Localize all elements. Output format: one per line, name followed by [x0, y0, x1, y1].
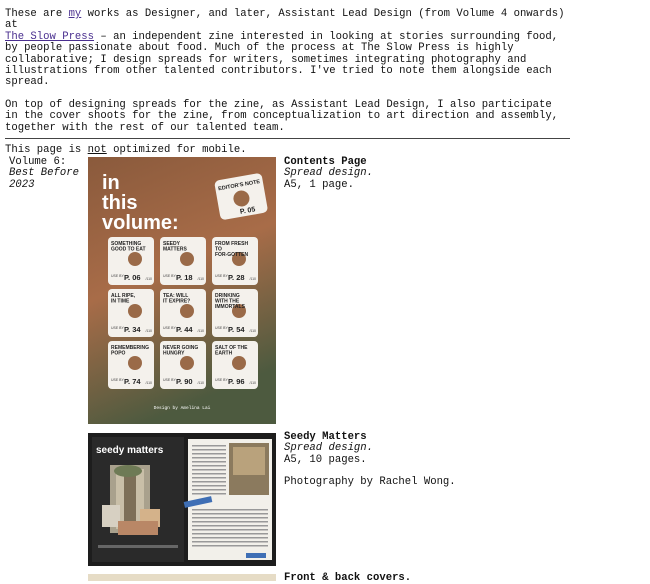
volume-label: Volume 6: Best Before 2023 [9, 156, 84, 191]
contents-tag-title: POPO [111, 351, 126, 357]
contents-tag-page: P. 18 [176, 273, 193, 282]
contents-tag-useby: USE BY [163, 274, 177, 278]
contents-tag-useby: USE BY [215, 378, 229, 382]
contents-tag: TEA: WILLIT EXPIRE?USE BY P. 44/110 [160, 289, 206, 337]
contents-tag-title: IN TIME [111, 299, 130, 305]
seedy-tape-accent-2 [246, 553, 266, 558]
contents-tag-total: /110 [145, 381, 152, 385]
contents-tag: SALT OF THEEARTHUSE BY P. 96/110 [212, 341, 258, 389]
work-credit: Photography by Rachel Wong. [284, 476, 456, 489]
contents-tag-title: MATTERS [163, 247, 187, 253]
contents-tag-total: /110 [197, 381, 204, 385]
contents-tag: NEVER GOINGHUNGRYUSE BY P. 90/110 [160, 341, 206, 389]
contents-tag-title: IT EXPIRE? [163, 299, 190, 305]
contents-tag-title: IMMORTALS [215, 304, 246, 310]
contents-tag-useby: USE BY [111, 326, 125, 330]
contents-tag: SOMETHINGGOOD TO EATUSE BY P. 06/110 [108, 237, 154, 285]
contents-heading-2: this [102, 192, 138, 214]
work-meta: A5, 1 page. [284, 178, 354, 191]
contents-tag: FROM FRESHTOFOR-GOTTENUSE BY P. 28/110 [212, 237, 258, 285]
contents-tag-total: /110 [249, 277, 256, 281]
contents-tag-grid: SOMETHINGGOOD TO EATUSE BY P. 06/110SEEDY… [108, 237, 258, 389]
contents-tag-title: HUNGRY [163, 351, 185, 357]
contents-tag-page: P. 06 [124, 273, 141, 282]
contents-tag-page: P. 34 [124, 325, 141, 334]
intro-paragraph-1: These are my works as Designer, and late… [5, 8, 570, 89]
contents-tag-useby: USE BY [111, 378, 125, 382]
seedy-title: seedy matters [96, 445, 164, 456]
contents-tag-page: P. 44 [176, 325, 193, 334]
contents-tag-total: /110 [197, 329, 204, 333]
contents-tag-useby: USE BY [163, 326, 177, 330]
contents-tag: REMEMBERINGPOPOUSE BY P. 74/110 [108, 341, 154, 389]
contents-tag-useby: USE BY [111, 274, 125, 278]
contents-heading-3: volume: [102, 212, 179, 234]
work-info-covers: Front & back covers. [284, 572, 584, 584]
contents-tag: SEEDYMATTERSUSE BY P. 18/110 [160, 237, 206, 285]
volume-number: Volume 6: [9, 156, 67, 168]
volume-subtitle: Best Before 2023 [9, 167, 79, 191]
mobile-note-b: optimized for mobile. [106, 144, 247, 157]
work-info-seedy-matters: Seedy Matters Spread design. A5, 10 page… [284, 431, 584, 489]
contents-tag-total: /110 [249, 329, 256, 333]
editors-note-tag: EDITOR'S NOTE P. 05 [214, 173, 268, 220]
intro-text: These are my works as Designer, and late… [5, 8, 570, 167]
contents-page-image[interactable]: in this volume: EDITOR'S NOTE P. 05 SOME… [88, 157, 276, 424]
contents-tag-page: P. 96 [228, 377, 245, 386]
covers-image[interactable] [88, 574, 276, 581]
slow-press-link[interactable]: The Slow Press [5, 31, 94, 43]
contents-tag: DRINKINGWITH THEIMMORTALSUSE BY P. 54/110 [212, 289, 258, 337]
contents-tag-title: EARTH [215, 351, 233, 357]
contents-tag-page: P. 54 [228, 325, 245, 334]
work-meta: A5, 10 pages. [284, 453, 367, 466]
work-info-contents: Contents Page Spread design. A5, 1 page. [284, 156, 584, 191]
contents-heading-1: in [102, 172, 120, 194]
contents-tag-page: P. 28 [228, 273, 245, 282]
intro-text-b: works as Designer, and later, Assistant … [5, 8, 565, 32]
contents-tag-useby: USE BY [163, 378, 177, 382]
my-link[interactable]: my [69, 8, 82, 20]
intro-paragraph-3: This page is not optimized for mobile. [5, 144, 570, 157]
intro-paragraph-2: On top of designing spreads for the zine… [5, 98, 559, 134]
contents-tag-title: GOOD TO EAT [111, 247, 146, 253]
contents-tag-useby: USE BY [215, 326, 229, 330]
contents-tag-total: /110 [197, 277, 204, 281]
mobile-note-not: not [87, 144, 107, 157]
work-title: Front & back covers. [284, 572, 412, 584]
contents-tag-useby: USE BY [215, 274, 229, 278]
contents-tag-total: /110 [145, 329, 152, 333]
contents-tag: ALL RIPE,IN TIMEUSE BY P. 34/110 [108, 289, 154, 337]
contents-tag-page: P. 90 [176, 377, 193, 386]
section-divider [5, 138, 570, 139]
contents-tag-title: FOR-GOTTEN [215, 252, 248, 258]
contents-tag-page: P. 74 [124, 377, 141, 386]
seedy-matters-image[interactable]: seedy matters [88, 433, 276, 566]
contents-tag-total: /110 [145, 277, 152, 281]
contents-credit: Design by Amelina Lai [154, 405, 211, 411]
contents-tag-total: /110 [249, 381, 256, 385]
intro-text-a: These are [5, 8, 69, 20]
mobile-note-a: This page is [5, 144, 88, 157]
